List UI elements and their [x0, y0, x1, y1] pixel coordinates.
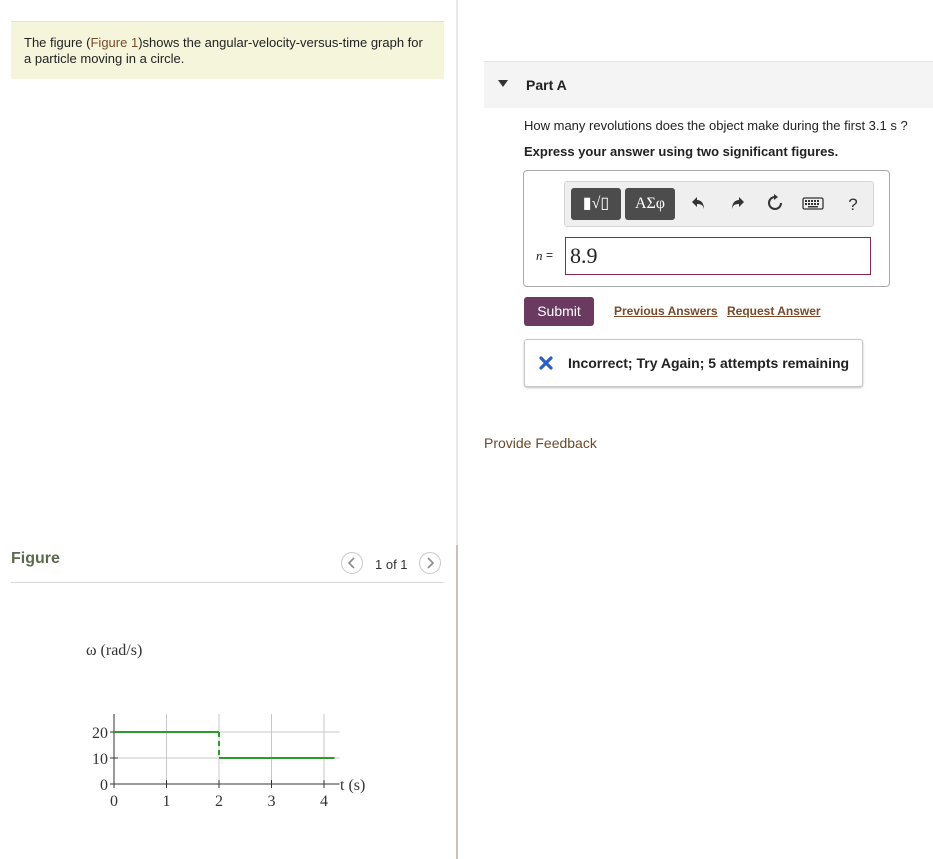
- previous-answers-link[interactable]: Previous Answers: [614, 304, 718, 318]
- x-tick-label: 2: [215, 793, 223, 810]
- figure-rule: [11, 582, 444, 583]
- reset-button[interactable]: [763, 193, 787, 217]
- undo-icon: [692, 197, 704, 209]
- submit-button[interactable]: Submit: [524, 297, 594, 326]
- undo-button[interactable]: [687, 193, 711, 217]
- x-tick-label: 1: [163, 793, 171, 810]
- figure-pager-text: 1 of 1: [375, 557, 408, 572]
- answer-variable: n: [536, 248, 543, 263]
- feedback-message: Incorrect; Try Again; 5 attempts remaini…: [568, 355, 850, 371]
- keyboard-icon: [802, 197, 824, 210]
- symbols-label: ΑΣφ: [634, 195, 666, 212]
- figure-link[interactable]: Figure 1: [90, 35, 138, 50]
- question-text: How many revolutions does the object mak…: [524, 118, 908, 133]
- request-answer-link[interactable]: Request Answer: [727, 304, 821, 318]
- answer-equals: =: [546, 248, 554, 262]
- x-tick-label: 0: [110, 793, 118, 810]
- help-button[interactable]: ?: [841, 193, 865, 217]
- x-mark-icon: [539, 356, 553, 370]
- y-tick-label: 20: [92, 725, 108, 742]
- column-divider: [456, 0, 458, 545]
- help-icon: ?: [848, 195, 858, 214]
- prev-figure-button[interactable]: [341, 552, 363, 574]
- y-tick-label: 0: [100, 777, 108, 794]
- answer-input[interactable]: [565, 237, 871, 275]
- column-divider-lower: [456, 545, 458, 859]
- x-tick-label: 3: [268, 793, 276, 810]
- provide-feedback-link[interactable]: Provide Feedback: [484, 435, 597, 451]
- y-axis-label: ω (rad/s): [86, 642, 142, 659]
- templates-label: ▮√▯: [582, 195, 610, 212]
- intro-prefix: The figure (: [24, 35, 91, 50]
- x-tick-label: 4: [320, 793, 328, 810]
- chevron-right-icon: [427, 557, 435, 569]
- part-title: Part A: [526, 77, 567, 93]
- redo-icon: [732, 197, 744, 209]
- chart-svg: 0 1 2 3 4 0 10 20 ω (rad/s) t (s): [86, 642, 365, 810]
- math-toolbar: ▮√▯ ΑΣφ ?: [564, 181, 874, 227]
- figure-heading: Figure: [11, 550, 60, 567]
- x-axis-label: t (s): [340, 777, 365, 794]
- symbols-button[interactable]: ΑΣφ: [625, 188, 675, 220]
- problem-intro: The figure (Figure 1)shows the angular-v…: [11, 21, 444, 79]
- keyboard-button[interactable]: [801, 193, 825, 217]
- chevron-left-icon: [347, 557, 355, 569]
- caret-down-icon[interactable]: [498, 80, 508, 87]
- y-tick-label: 10: [92, 751, 108, 768]
- next-figure-button[interactable]: [419, 552, 441, 574]
- reset-icon: [768, 194, 782, 210]
- templates-button[interactable]: ▮√▯: [571, 188, 621, 220]
- instruction-text: Express your answer using two significan…: [524, 144, 839, 159]
- redo-button[interactable]: [725, 193, 749, 217]
- angular-velocity-graph: 0 1 2 3 4 0 10 20 ω (rad/s) t (s): [70, 630, 390, 825]
